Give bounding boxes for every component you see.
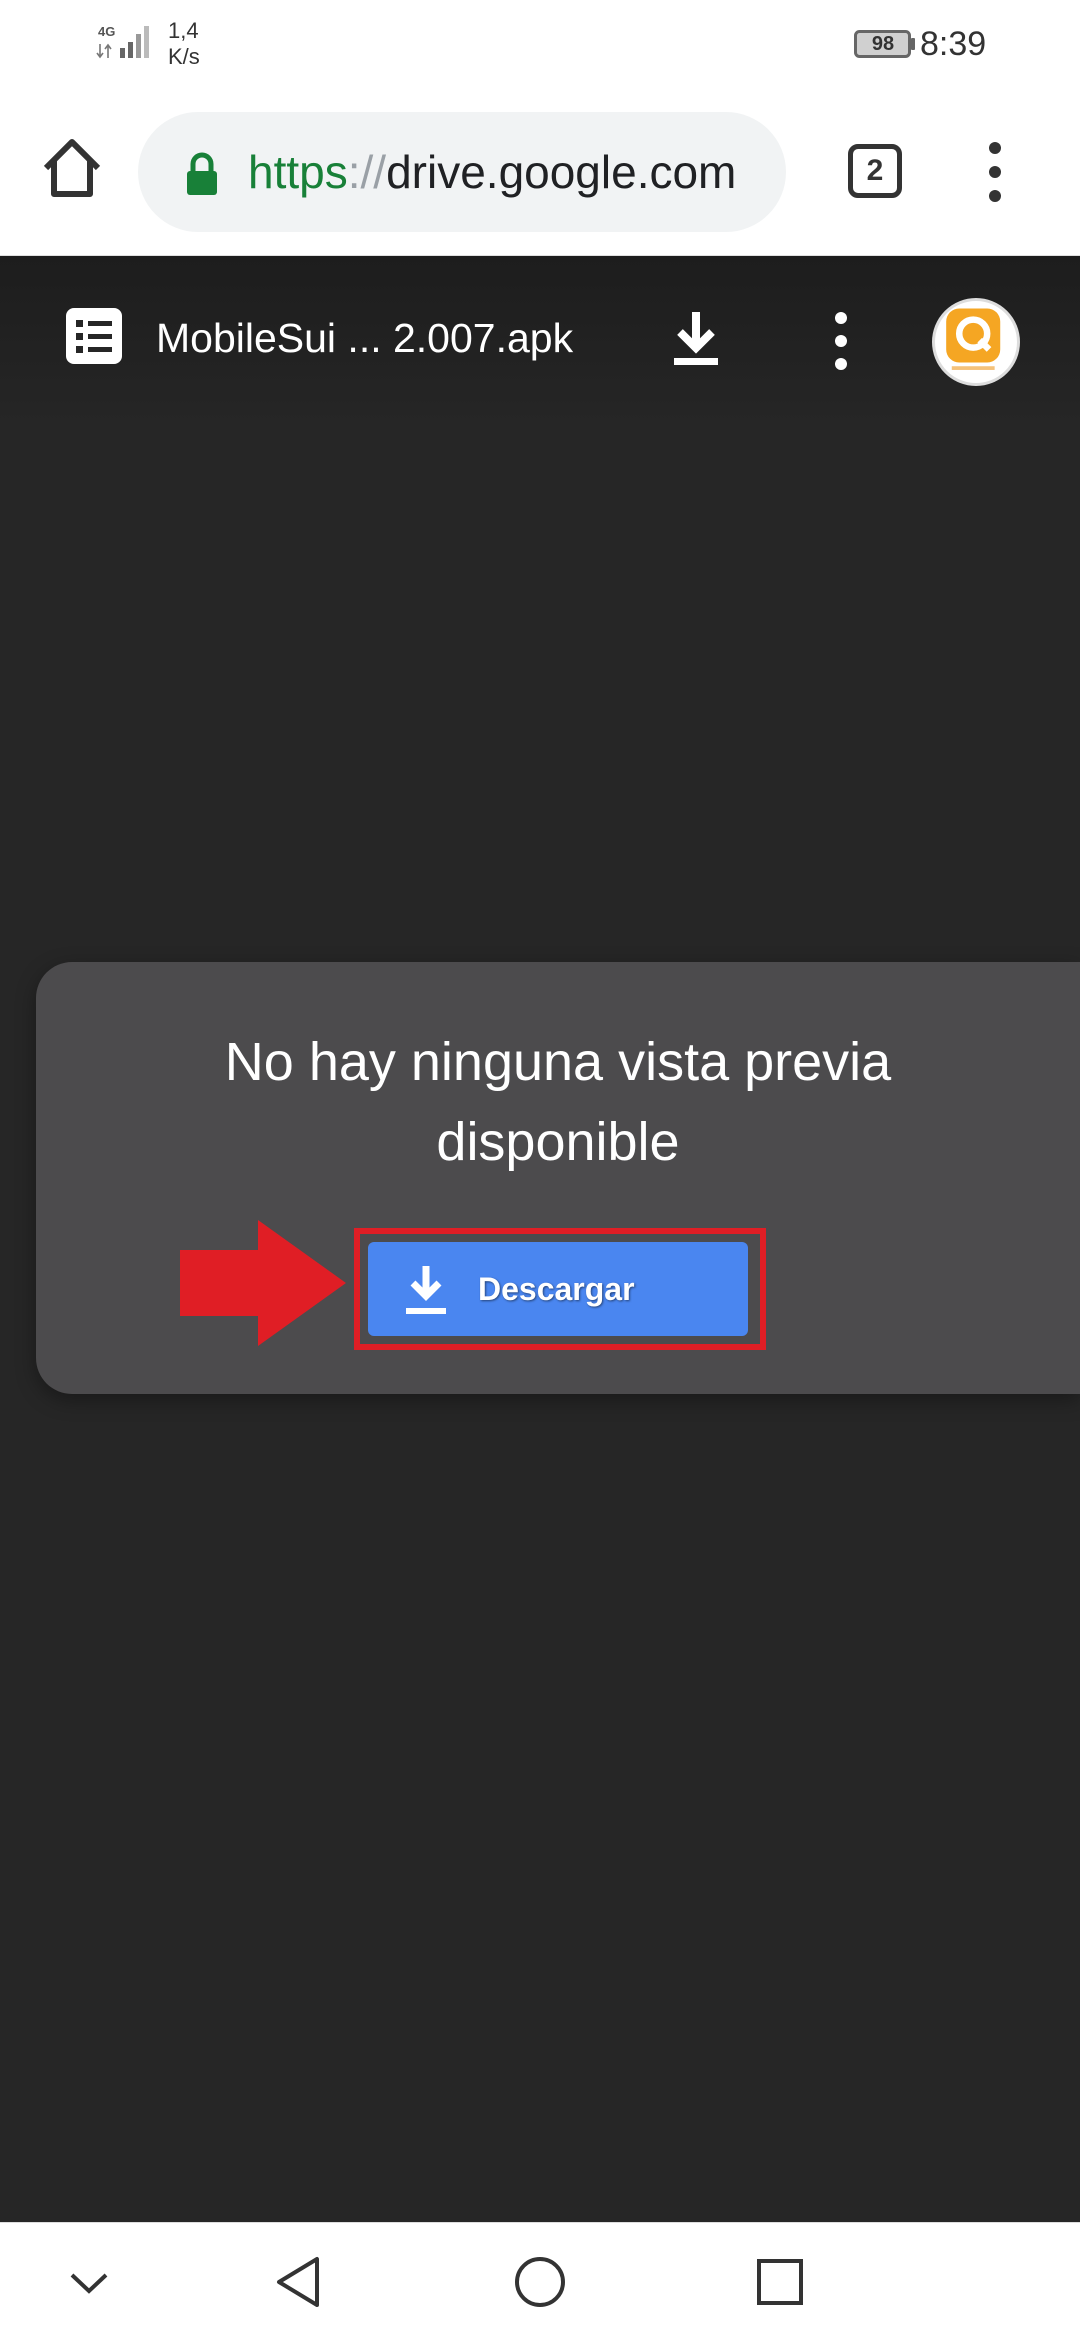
- file-name: MobileSui ... 2.007.apk: [156, 315, 574, 361]
- network-speed-value: 1,4: [168, 18, 199, 43]
- screen: 4G 1,4 K/s 98 8:39 https://drive.google.…: [0, 0, 1080, 2340]
- network-speed: 1,4 K/s: [168, 18, 228, 70]
- recents-square-icon[interactable]: [745, 2247, 815, 2317]
- account-avatar[interactable]: [932, 298, 1020, 386]
- document-list-icon: [66, 308, 122, 364]
- system-navigation-bar: [0, 2222, 1080, 2340]
- more-vert-icon[interactable]: [826, 310, 856, 372]
- more-vert-icon[interactable]: [980, 140, 1010, 204]
- download-button[interactable]: Descargar: [368, 1242, 748, 1336]
- tab-switcher-button[interactable]: 2: [848, 144, 902, 198]
- no-preview-message-line2: disponible: [436, 1112, 680, 1172]
- home-icon[interactable]: [36, 132, 108, 204]
- url-host: drive.google.com: [386, 146, 737, 198]
- network-type-label: 4G: [98, 24, 115, 39]
- clock: 8:39: [920, 25, 987, 63]
- viewer-header: MobileSui ... 2.007.apk: [0, 256, 1080, 428]
- network-speed-unit: K/s: [168, 44, 200, 69]
- download-icon[interactable]: [668, 308, 724, 368]
- no-preview-message-line1: No hay ninguna vista previa: [224, 1032, 892, 1092]
- no-preview-card: No hay ninguna vista previa disponible D…: [36, 962, 1080, 1394]
- url-text[interactable]: https://drive.google.com: [248, 112, 786, 232]
- url-separator: ://: [347, 146, 387, 198]
- download-button-label: Descargar: [478, 1271, 635, 1307]
- lock-icon: [187, 152, 217, 195]
- status-bar: 4G 1,4 K/s 98 8:39: [0, 0, 1080, 90]
- browser-toolbar: https://drive.google.com 2: [0, 90, 1080, 256]
- home-circle-icon[interactable]: [505, 2247, 575, 2317]
- url-bar[interactable]: https://drive.google.com: [138, 112, 786, 232]
- back-icon[interactable]: [265, 2247, 335, 2317]
- download-icon: [406, 1266, 446, 1314]
- avatar-q-logo-icon: [946, 308, 1001, 370]
- red-arrow-annotation: [180, 1220, 346, 1346]
- battery-level: 98: [871, 33, 895, 55]
- url-scheme: https: [248, 146, 348, 198]
- cellular-signal-icon: 4G: [96, 24, 149, 59]
- no-preview-message: No hay ninguna vista previa disponible: [36, 1022, 1080, 1182]
- chevron-down-icon[interactable]: [54, 2247, 124, 2317]
